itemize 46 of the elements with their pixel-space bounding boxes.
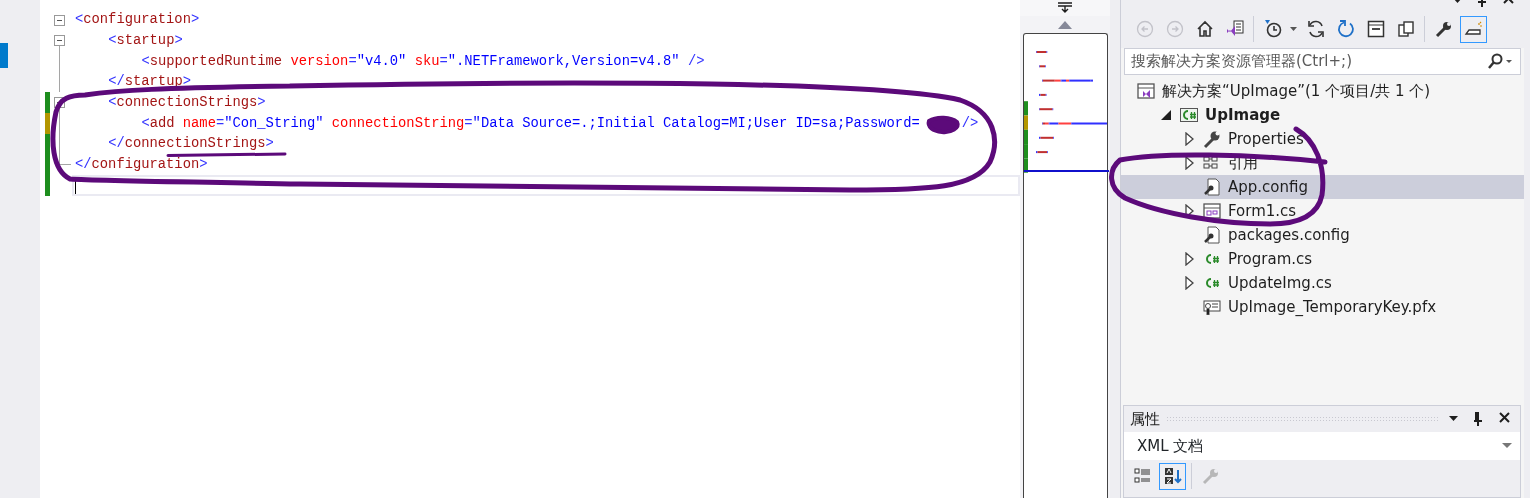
preview-icon[interactable]	[1460, 15, 1487, 43]
tree-item[interactable]: Program.cs	[1121, 247, 1524, 271]
code-line: <supportedRuntime version="v4.0" sku=".NETFramework,Version=v4.8" />	[141, 53, 705, 69]
certificate-icon	[1202, 297, 1222, 317]
tree-item[interactable]: UpImage_TemporaryKey.pfx	[1121, 295, 1524, 319]
collapsed-arrow-icon[interactable]	[1183, 156, 1195, 170]
tree-item[interactable]: UpdateImg.cs	[1121, 271, 1524, 295]
code-line: </startup>	[108, 74, 191, 90]
tree-item[interactable]: packages.config	[1121, 223, 1524, 247]
tree-item[interactable]: Properties	[1121, 127, 1524, 151]
tree-item[interactable]: App.config	[1121, 175, 1524, 199]
search-field[interactable]: 搜索解决方案资源管理器(Ctrl+;)	[1131, 50, 1486, 73]
tree-item[interactable]: 解决方案“UpImage”(1 个项目/共 1 个)	[1121, 79, 1524, 103]
collapse-icon[interactable]	[54, 14, 65, 26]
search-icon[interactable]	[1486, 52, 1514, 71]
form-icon	[1202, 201, 1222, 221]
collapsed-arrow-icon[interactable]	[1183, 132, 1195, 146]
tree-item[interactable]: UpImage	[1121, 103, 1524, 127]
code-line: <configuration>	[75, 12, 200, 28]
panel-title: 属性	[1130, 408, 1160, 430]
code-line: </configuration>	[75, 157, 208, 173]
collapse-icon[interactable]	[54, 97, 65, 109]
code-line: <connectionStrings>	[108, 95, 266, 111]
split-icon[interactable]	[1020, 0, 1110, 16]
sort-icon[interactable]	[1159, 462, 1186, 490]
collapsed-arrow-icon[interactable]	[1183, 252, 1195, 266]
code-line: </connectionStrings>	[108, 136, 274, 152]
collapsed-arrow-icon[interactable]	[1183, 276, 1195, 290]
tree-item[interactable]: Form1.cs	[1121, 199, 1524, 223]
object-dropdown[interactable]: XML 文档	[1124, 432, 1520, 460]
wrench-icon	[1202, 129, 1222, 149]
ink-blot	[926, 115, 960, 135]
code-text: />	[961, 115, 979, 131]
expanded-arrow-icon[interactable]	[1160, 108, 1172, 122]
csharp-project-icon	[1179, 105, 1199, 125]
config-file-icon	[1202, 177, 1222, 197]
config-file-icon	[1202, 225, 1222, 245]
code-line: <startup>	[108, 33, 183, 49]
solution-icon	[1136, 81, 1156, 101]
tab-indicator	[0, 43, 8, 68]
minimap-panel[interactable]	[1023, 33, 1108, 498]
collapse-icon[interactable]	[54, 35, 65, 47]
search-box[interactable]: 搜索解决方案资源管理器(Ctrl+;)	[1124, 48, 1521, 75]
dropdown-caret-icon	[1502, 443, 1512, 449]
code-line: <add name="Con_String" connectionString="Data Source=.;Initial Catalog=MI;User ID=sa;Password=	[141, 115, 920, 131]
code-editor[interactable]	[40, 0, 1020, 498]
